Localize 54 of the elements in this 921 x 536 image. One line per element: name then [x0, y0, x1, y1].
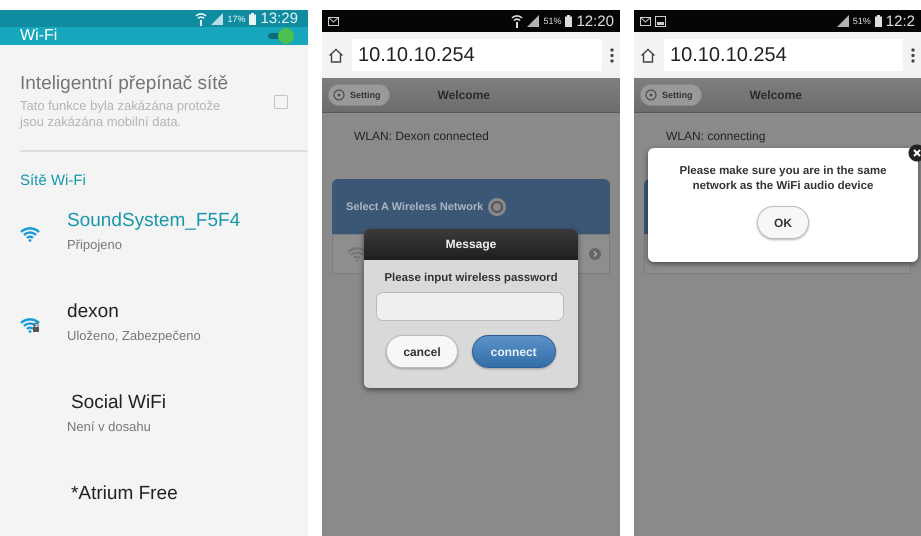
clock-time: 13:29 — [260, 10, 298, 27]
cell-signal-icon — [527, 15, 540, 27]
home-icon[interactable] — [328, 48, 344, 62]
circle-icon — [333, 89, 345, 101]
password-field[interactable] — [376, 292, 564, 321]
mail-icon — [328, 16, 339, 26]
dialog-button[interactable]: cancel — [386, 335, 458, 368]
network-status: Není v dosahu — [67, 419, 152, 434]
mail-icon — [640, 16, 651, 26]
dialog-title: Message — [364, 229, 578, 260]
setting-title: Inteligentní přepínač sítě — [20, 73, 230, 95]
clock-time: 12:20 — [576, 12, 614, 30]
page-title: Welcome — [438, 88, 490, 102]
network-name[interactable]: Social WiFi — [67, 392, 166, 414]
primary-button[interactable]: connect — [472, 335, 556, 368]
address-field[interactable]: 10.10.10.254 — [664, 39, 903, 71]
network-status: Připojeno — [67, 237, 123, 252]
screen-title: Wi-Fi — [20, 27, 58, 45]
address-field[interactable]: 10.10.10.254 — [352, 39, 602, 71]
home-icon[interactable] — [640, 48, 656, 62]
battery-percent: 51% — [543, 16, 562, 26]
clock-time: 12:2 — [886, 12, 915, 30]
wifi-icon — [347, 246, 367, 262]
wifi-signal-icon — [195, 12, 208, 26]
dialog-prompt: Please input wireless password — [383, 272, 559, 284]
menu-icon[interactable] — [911, 48, 915, 62]
setting-button[interactable]: Setting — [328, 84, 390, 106]
wlan-status: WLAN: connecting — [665, 128, 766, 143]
wlan-status: WLAN: Dexon connected — [353, 128, 490, 143]
wifi-signal-icon — [511, 14, 524, 28]
dialog-button[interactable]: OK — [757, 206, 809, 239]
setting-button[interactable]: Setting — [640, 84, 702, 106]
setting-description: Tato funkce byla zakázána protože jsou zakázána mobilní data. — [20, 98, 222, 130]
battery-percent: 17% — [227, 14, 246, 24]
close-icon[interactable] — [908, 144, 921, 162]
network-panel-title: Select A Wireless Network — [346, 200, 484, 212]
cell-signal-icon — [836, 15, 849, 27]
circle-icon — [645, 89, 657, 101]
chevron-icon — [589, 248, 601, 260]
page-title: Welcome — [750, 88, 802, 102]
section-heading: Sítě Wi-Fi — [20, 171, 87, 191]
menu-icon[interactable] — [610, 48, 614, 62]
battery-icon — [565, 15, 572, 27]
wifi-toggle[interactable] — [266, 27, 296, 45]
checkbox[interactable] — [274, 94, 288, 108]
battery-icon — [874, 15, 882, 27]
alert-message: Please make sure you are in the same network as the WiFi audio device — [678, 164, 888, 194]
network-name[interactable]: dexon — [67, 301, 201, 323]
network-name[interactable]: *Atrium Free — [67, 483, 178, 505]
network-status: Uloženo, Zabezpečeno — [67, 328, 201, 343]
battery-percent: 51% — [852, 16, 871, 26]
cell-signal-icon — [211, 12, 224, 24]
screenshot-icon — [655, 16, 666, 26]
battery-icon — [249, 12, 256, 24]
